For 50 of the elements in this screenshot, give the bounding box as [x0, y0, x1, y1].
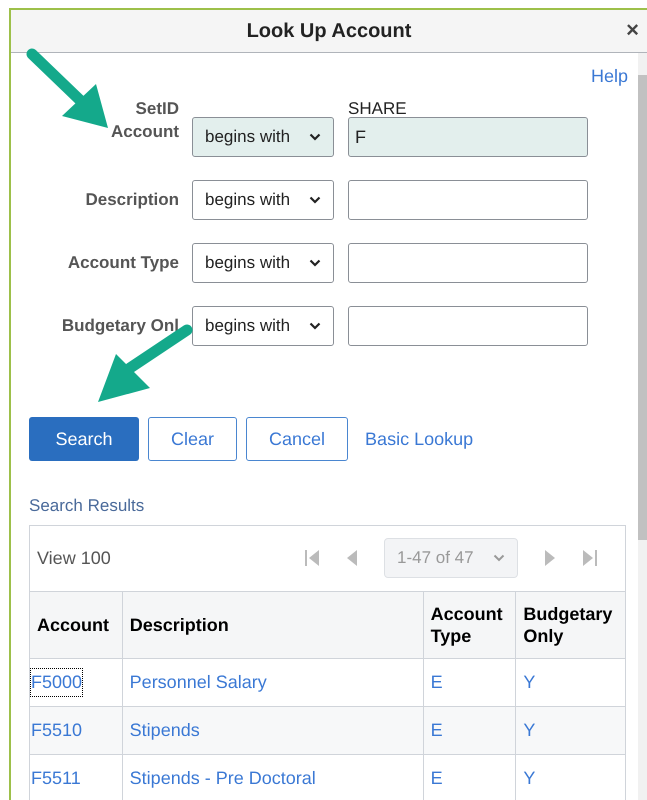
field-label: Budgetary Onl	[60, 315, 179, 338]
result-link[interactable]: Y	[523, 764, 536, 792]
result-link[interactable]: E	[430, 764, 443, 792]
first-page-icon[interactable]	[304, 549, 320, 567]
operator-dropdown[interactable]: begins with	[192, 117, 334, 157]
operator-dropdown[interactable]: begins with	[192, 306, 334, 346]
result-link[interactable]: Stipends	[130, 716, 200, 744]
action-button[interactable]: Cancel	[246, 417, 348, 461]
chevron-down-icon	[309, 322, 321, 330]
chevron-down-icon	[309, 259, 321, 267]
value-field[interactable]	[348, 306, 588, 346]
result-link[interactable]: F5000	[31, 668, 82, 696]
column-header[interactable]: Description	[122, 592, 424, 658]
page-range-dropdown[interactable]: 1-47 of 47	[384, 538, 518, 578]
action-button[interactable]: Clear	[148, 417, 238, 461]
help-link[interactable]: Help	[590, 63, 628, 97]
operator-dropdown[interactable]: begins with	[192, 180, 334, 220]
next-page-icon[interactable]	[544, 549, 556, 567]
result-link[interactable]: Stipends - Pre Doctoral	[130, 764, 316, 792]
result-link[interactable]: Personnel Salary	[130, 668, 267, 696]
last-page-icon[interactable]	[582, 549, 598, 567]
result-link[interactable]: E	[430, 668, 443, 696]
column-header[interactable]: Budgetary Only	[516, 592, 625, 658]
value-field[interactable]	[348, 180, 588, 220]
result-link[interactable]: Y	[523, 716, 536, 744]
field-label: Account Type	[66, 252, 179, 274]
value-field[interactable]	[348, 243, 588, 283]
basic-lookup-link[interactable]: Basic Lookup	[365, 426, 474, 452]
section-heading: Search Results	[29, 495, 146, 517]
result-link[interactable]: Y	[523, 668, 536, 696]
chevron-down-icon	[309, 196, 321, 204]
view-all-link[interactable]: View 100	[37, 544, 111, 572]
column-header[interactable]: Account	[30, 592, 123, 658]
operator-dropdown[interactable]: begins with	[192, 243, 334, 283]
result-link[interactable]: F5510	[31, 716, 82, 744]
dialog-title: Look Up Account	[246, 19, 412, 44]
column-header[interactable]: Account Type	[424, 592, 516, 658]
scrollbar-thumb[interactable]	[638, 75, 647, 540]
close-button[interactable]: ×	[626, 19, 639, 41]
field-label: Description	[84, 189, 179, 212]
result-link[interactable]: F5511	[31, 764, 81, 792]
field-label: SetID	[134, 98, 179, 120]
chevron-down-icon	[309, 133, 321, 141]
field-label: Account	[110, 121, 179, 143]
previous-page-icon[interactable]	[346, 549, 358, 567]
result-link[interactable]: E	[430, 716, 443, 744]
chevron-down-icon	[493, 554, 505, 562]
scrollbar[interactable]	[638, 53, 647, 800]
search-button[interactable]: Search	[29, 417, 139, 461]
value-field[interactable]: F	[348, 117, 588, 157]
